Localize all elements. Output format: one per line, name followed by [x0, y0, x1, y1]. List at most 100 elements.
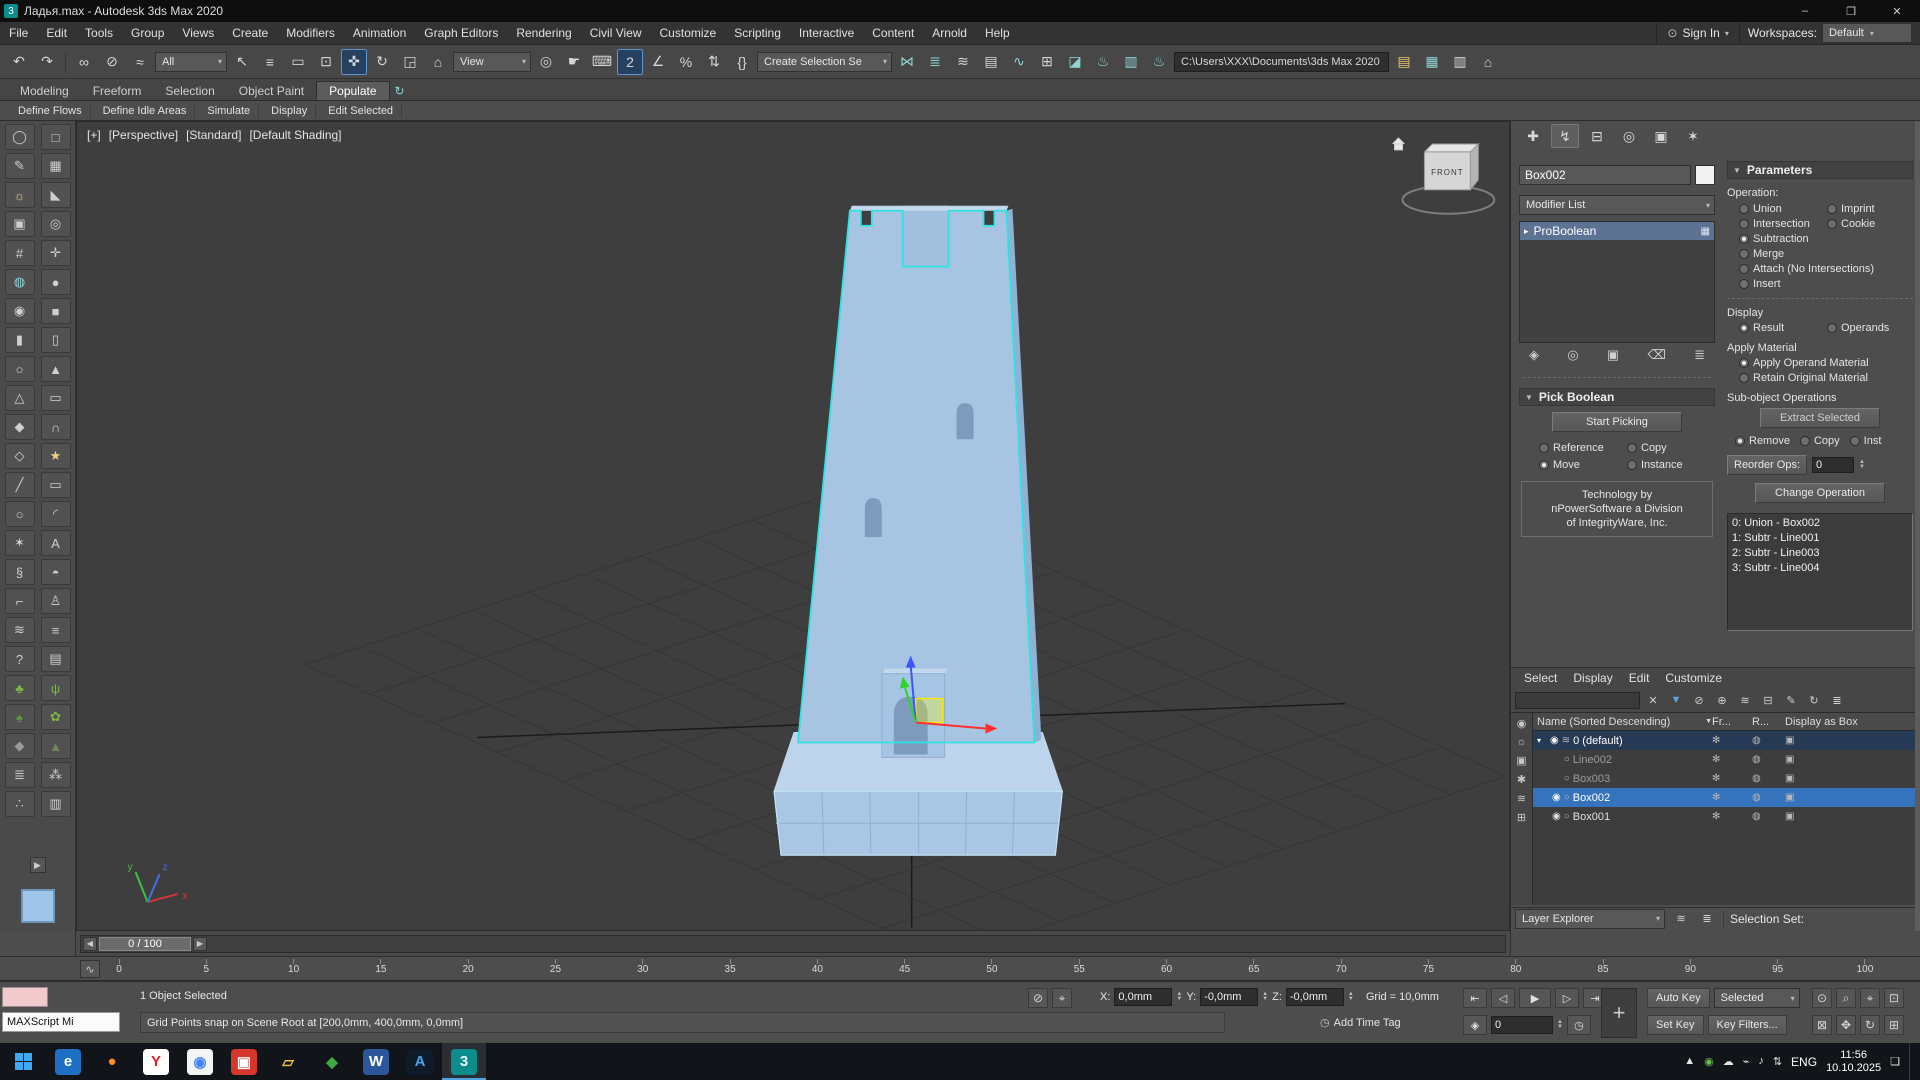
close-button[interactable]: ✕ [1874, 0, 1920, 22]
sign-in-button[interactable]: ⊙ Sign In ▾ [1656, 22, 1739, 45]
operation-radio[interactable]: Imprint [1827, 203, 1913, 215]
object-name-field[interactable] [1519, 165, 1691, 185]
pick-boolean-rollout-header[interactable]: ▼ Pick Boolean [1519, 388, 1715, 406]
frozen-column-header[interactable]: Fr... [1712, 716, 1752, 728]
terrain-icon[interactable]: ▲ [41, 733, 71, 759]
render-column-header[interactable]: R... [1752, 716, 1785, 728]
checker-icon[interactable]: ▦ [41, 153, 71, 179]
ribbon-tab[interactable]: Modeling [8, 82, 81, 100]
ribbon-tab[interactable]: Selection [153, 82, 226, 100]
edit-named-selection-sets-icon[interactable]: {} [729, 49, 755, 75]
display-as-box-toggle-icon[interactable]: ▣ [1785, 773, 1915, 784]
operation-radio[interactable]: Merge [1739, 248, 1913, 260]
spot-light-icon[interactable]: ◣ [41, 182, 71, 208]
display-geometry-icon[interactable]: ▣ [1516, 754, 1526, 767]
percent-snap-icon[interactable]: % [673, 49, 699, 75]
bone-icon[interactable]: ⌐ [5, 588, 35, 614]
egg-icon[interactable]: ◓ [41, 559, 71, 585]
teapot-icon[interactable]: ◍ [5, 269, 35, 295]
selection-filter-combo[interactable]: All▾ [155, 52, 227, 72]
menu-item[interactable]: Views [173, 22, 223, 44]
select-and-manipulate-icon[interactable]: ☛ [561, 49, 587, 75]
named-selection-sets-combo[interactable]: Create Selection Se▾ [757, 52, 892, 72]
ribbon-tab[interactable]: Freeform [81, 82, 154, 100]
window-layout-icon[interactable]: ▥ [1447, 49, 1473, 75]
subobject-mode-radio[interactable]: Copy [1800, 435, 1840, 447]
go-to-start-button[interactable]: ⇤ [1463, 988, 1487, 1008]
name-column-header[interactable]: Name (Sorted Descending) ▼ [1533, 716, 1712, 728]
edge-browser-icon[interactable]: e [46, 1043, 90, 1080]
usb-icon[interactable]: ⌁ [1743, 1055, 1750, 1068]
cone-icon[interactable]: △ [5, 385, 35, 411]
ribbon-button[interactable]: Simulate [199, 104, 259, 118]
window-crossing-icon[interactable]: ⊡ [313, 49, 339, 75]
plane-icon[interactable]: ▭ [41, 385, 71, 411]
ngon-icon[interactable]: ✶ [5, 530, 35, 556]
viewport-menu-view[interactable]: [Perspective] [109, 128, 178, 142]
add-time-tag[interactable]: Add Time Tag [1334, 1017, 1401, 1029]
z-coordinate-field[interactable] [1286, 988, 1344, 1006]
boolean-operation-item[interactable]: 3: Subtr - Line004 [1732, 561, 1908, 576]
next-frame-button[interactable]: ▷ [1555, 988, 1579, 1008]
viewport-menu-plus[interactable]: [+] [87, 128, 101, 142]
layers-icon[interactable]: ≋ [1671, 910, 1691, 928]
operation-radio[interactable]: Union [1739, 203, 1825, 215]
display-as-box-toggle-icon[interactable]: ▣ [1785, 735, 1915, 746]
radio-icon[interactable] [1739, 249, 1749, 259]
menu-item[interactable]: Create [223, 22, 277, 44]
display-option-radio[interactable]: Result [1739, 322, 1825, 334]
operation-radio[interactable]: Subtraction [1739, 233, 1913, 245]
pyramid-icon[interactable]: ▲ [41, 356, 71, 382]
zoom-all-icon[interactable]: ⌖ [1860, 988, 1880, 1008]
render-production-icon[interactable]: ♨ [1146, 49, 1172, 75]
reorder-ops-field[interactable] [1812, 457, 1854, 473]
viewport-canvas[interactable]: FRONT x y z [77, 122, 1509, 930]
select-and-rotate-icon[interactable]: ↻ [369, 49, 395, 75]
zoom-icon[interactable]: ⌕ [1836, 988, 1856, 1008]
track-bar[interactable]: ∿ 0 5 10 15 20 [0, 957, 1920, 981]
maxscript-mini-listener[interactable]: MAXScript Mi [2, 1012, 120, 1032]
select-object-icon[interactable]: ↖ [229, 49, 255, 75]
radio-icon[interactable] [1827, 219, 1837, 229]
hierarchy-tab[interactable]: ⊟ [1583, 124, 1611, 148]
project-path-field[interactable]: C:\Users\XXX\Documents\3ds Max 2020 [1174, 52, 1389, 72]
pick-mode-radio[interactable]: Copy [1627, 442, 1713, 454]
time-slider-track[interactable]: ◀ 0 / 100 ▶ [80, 935, 1506, 953]
radio-icon[interactable] [1539, 460, 1549, 470]
start-picking-button[interactable]: Start Picking [1552, 412, 1682, 432]
radio-icon[interactable] [1827, 323, 1837, 333]
menu-item[interactable]: Graph Editors [415, 22, 507, 44]
hedra-icon[interactable]: ◆ [5, 414, 35, 440]
help-home-icon[interactable]: ⌂ [1475, 49, 1501, 75]
word-icon[interactable]: W [354, 1043, 398, 1080]
panel-scrollbar[interactable] [1915, 121, 1920, 931]
zoom-region-icon[interactable]: ⊠ [1812, 1015, 1832, 1035]
radio-icon[interactable] [1735, 436, 1745, 446]
isolate-selection-icon[interactable]: ⊙ [1812, 988, 1832, 1008]
explorer-settings-icon[interactable]: ≣ [1827, 691, 1847, 709]
motion-tab[interactable]: ◎ [1615, 124, 1643, 148]
select-region-icon[interactable]: □ [41, 124, 71, 150]
operation-radio[interactable]: Cookie [1827, 218, 1913, 230]
grid-helper-icon[interactable]: # [5, 240, 35, 266]
select-and-place-icon[interactable]: ⌂ [425, 49, 451, 75]
key-mode-toggle[interactable]: ◈ [1463, 1015, 1487, 1035]
display-option-radio[interactable]: Operands [1827, 322, 1913, 334]
list-view-icon[interactable]: ≣ [1697, 910, 1717, 928]
radio-icon[interactable] [1739, 204, 1749, 214]
paint-select-icon[interactable]: ✎ [5, 153, 35, 179]
zoom-extents-icon[interactable]: ⊡ [1884, 988, 1904, 1008]
damper-icon[interactable]: ≡ [41, 617, 71, 643]
next-frame-arrow[interactable]: ▶ [193, 937, 207, 951]
viewcube-top-face[interactable] [1424, 144, 1478, 152]
rectangular-selection-region-icon[interactable]: ▭ [285, 49, 311, 75]
previous-frame-arrow[interactable]: ◀ [83, 937, 97, 951]
selection-lock-toggle[interactable]: ⊘ [1028, 988, 1048, 1008]
spinner-snap-icon[interactable]: ⇅ [701, 49, 727, 75]
explorer-menu-item[interactable]: Display [1566, 671, 1619, 685]
display-lights-icon[interactable]: ☼ [1516, 736, 1526, 748]
layers-icon[interactable]: ≋ [1735, 691, 1755, 709]
grass-icon[interactable]: ψ [41, 675, 71, 701]
spinner-arrows[interactable]: ▲▼ [1348, 992, 1354, 1002]
explorer-menu-item[interactable]: Customize [1658, 671, 1729, 685]
